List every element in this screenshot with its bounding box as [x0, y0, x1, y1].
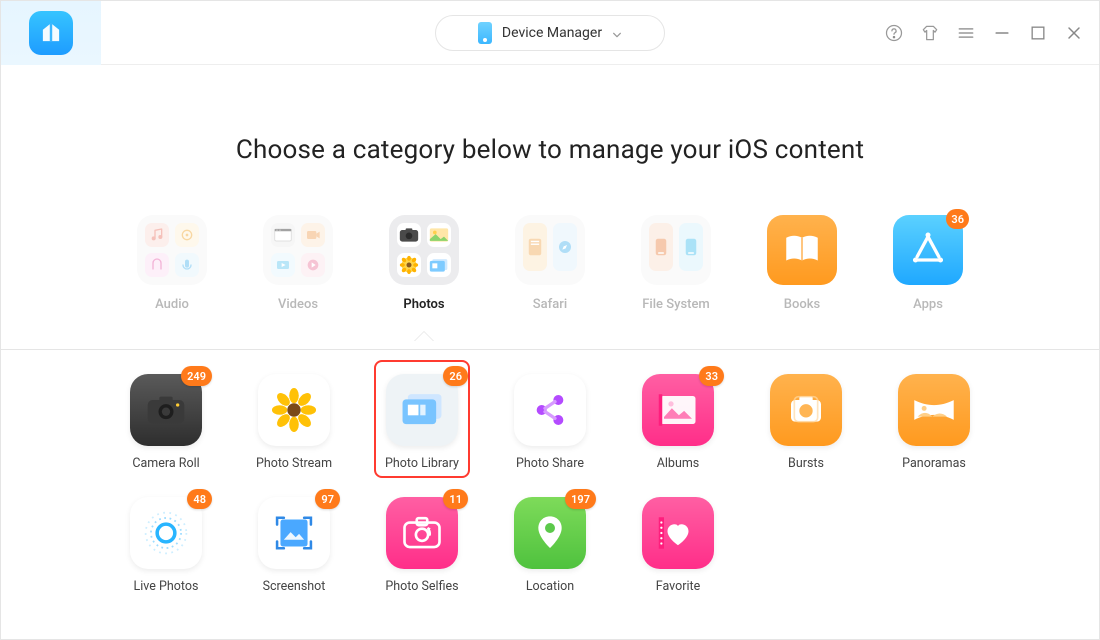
subitem-photo-share[interactable]: Photo Share [486, 374, 614, 471]
subitem-albums[interactable]: 33 Albums [614, 374, 742, 471]
menu-icon[interactable] [955, 22, 977, 44]
books-icon [767, 215, 837, 285]
subitem-label: Screenshot [263, 579, 326, 594]
category-row: Audio Videos Photos [1, 215, 1099, 312]
chevron-down-icon [612, 28, 622, 38]
subitem-label: Photo Share [516, 456, 584, 471]
subitem-label: Favorite [656, 579, 701, 594]
subitem-label: Photo Stream [256, 456, 332, 471]
subitem-label: Location [526, 579, 574, 594]
category-videos[interactable]: Videos [263, 215, 333, 312]
audio-folder-icon [137, 215, 207, 285]
photo-share-icon [514, 374, 586, 446]
app-logo-area [1, 1, 101, 65]
subcategory-grid: 249 Camera Roll Photo Stream [1, 374, 1099, 594]
count-badge: 197 [565, 489, 596, 509]
subitem-photo-selfies[interactable]: 11 Photo Selfies [358, 497, 486, 594]
albums-icon [642, 374, 714, 446]
subitem-location[interactable]: 197 Location [486, 497, 614, 594]
screenshot-icon [258, 497, 330, 569]
panoramas-icon [898, 374, 970, 446]
photo-selfies-icon [386, 497, 458, 569]
minimize-button[interactable] [991, 22, 1013, 44]
category-label: Audio [155, 297, 189, 312]
app-window: Device Manager [0, 0, 1100, 640]
category-audio[interactable]: Audio [137, 215, 207, 312]
category-safari[interactable]: Safari [515, 215, 585, 312]
subitem-favorite[interactable]: Favorite [614, 497, 742, 594]
favorite-icon [642, 497, 714, 569]
subitem-live-photos[interactable]: 48 Live Photos [102, 497, 230, 594]
app-logo-icon [29, 11, 73, 55]
subitem-label: Camera Roll [132, 456, 199, 471]
maximize-button[interactable] [1027, 22, 1049, 44]
phone-icon [478, 22, 492, 44]
videos-folder-icon [263, 215, 333, 285]
apps-icon: 36 [893, 215, 963, 285]
subitem-panoramas[interactable]: Panoramas [870, 374, 998, 471]
category-label: Books [784, 297, 820, 312]
subitem-screenshot[interactable]: 97 Screenshot [230, 497, 358, 594]
count-badge: 97 [315, 489, 340, 509]
category-apps[interactable]: 36 Apps [893, 215, 963, 312]
titlebar: Device Manager [1, 1, 1099, 65]
page-title: Choose a category below to manage your i… [1, 135, 1099, 165]
category-label: Apps [913, 297, 943, 312]
bursts-icon [770, 374, 842, 446]
close-button[interactable] [1063, 22, 1085, 44]
live-photos-icon [130, 497, 202, 569]
subitem-label: Photo Selfies [385, 579, 458, 594]
help-icon[interactable] [883, 22, 905, 44]
safari-folder-icon [515, 215, 585, 285]
skins-icon[interactable] [919, 22, 941, 44]
device-manager-dropdown[interactable]: Device Manager [435, 15, 665, 51]
subitem-camera-roll[interactable]: 249 Camera Roll [102, 374, 230, 471]
photo-library-icon [386, 374, 458, 446]
category-photos[interactable]: Photos [389, 215, 459, 312]
apps-badge: 36 [946, 209, 969, 229]
subitem-label: Albums [657, 456, 700, 471]
category-label: Photos [403, 297, 444, 312]
category-label: File System [642, 297, 710, 312]
category-books[interactable]: Books [767, 215, 837, 312]
count-badge: 249 [181, 366, 212, 386]
device-manager-label: Device Manager [502, 25, 602, 41]
subitem-label: Bursts [788, 456, 824, 471]
category-file-system[interactable]: File System [641, 215, 711, 312]
subitem-label: Live Photos [134, 579, 199, 594]
count-badge: 11 [443, 489, 468, 509]
category-label: Videos [278, 297, 318, 312]
category-label: Safari [533, 297, 567, 312]
subitem-photo-library[interactable]: 26 Photo Library [358, 374, 486, 471]
photos-folder-icon [389, 215, 459, 285]
subitem-photo-stream[interactable]: Photo Stream [230, 374, 358, 471]
photo-stream-icon [258, 374, 330, 446]
subcategory-panel: 249 Camera Roll Photo Stream [1, 349, 1099, 639]
file-system-folder-icon [641, 215, 711, 285]
count-badge: 48 [187, 489, 212, 509]
subitem-label: Panoramas [902, 456, 966, 471]
count-badge: 26 [443, 366, 468, 386]
subitem-bursts[interactable]: Bursts [742, 374, 870, 471]
window-controls [883, 22, 1085, 44]
count-badge: 33 [699, 366, 724, 386]
